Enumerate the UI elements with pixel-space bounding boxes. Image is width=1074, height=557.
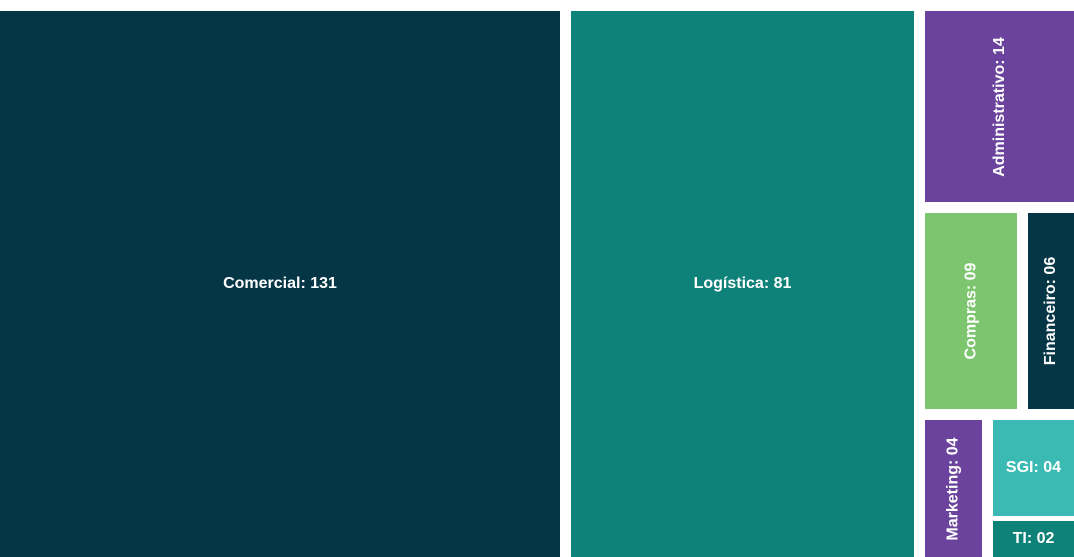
tile-marketing: Marketing: 04 [925,420,982,557]
tile-label-financeiro: Financeiro: 06 [1042,256,1060,366]
treemap-chart: Comercial: 131 Logística: 81 Administrativ… [0,0,1074,557]
tile-administrativo: Administrativo: 14 [925,11,1074,202]
tile-sgi: SGI: 04 [993,420,1074,516]
tile-label-marketing: Marketing: 04 [944,436,962,541]
tile-logistica: Logística: 81 [571,11,914,557]
tile-comercial: Comercial: 131 [0,11,560,557]
tile-label-sgi: SGI: 04 [1005,459,1062,476]
tile-label-compras: Compras: 09 [962,262,980,360]
tile-label-administrativo: Administrativo: 14 [990,36,1008,177]
tile-financeiro: Financeiro: 06 [1028,213,1074,409]
tile-compras: Compras: 09 [925,213,1017,409]
tile-ti: TI: 02 [993,521,1074,557]
tile-label-comercial: Comercial: 131 [223,275,337,292]
tile-label-logistica: Logística: 81 [693,275,792,292]
tile-label-ti: TI: 02 [1012,530,1055,547]
